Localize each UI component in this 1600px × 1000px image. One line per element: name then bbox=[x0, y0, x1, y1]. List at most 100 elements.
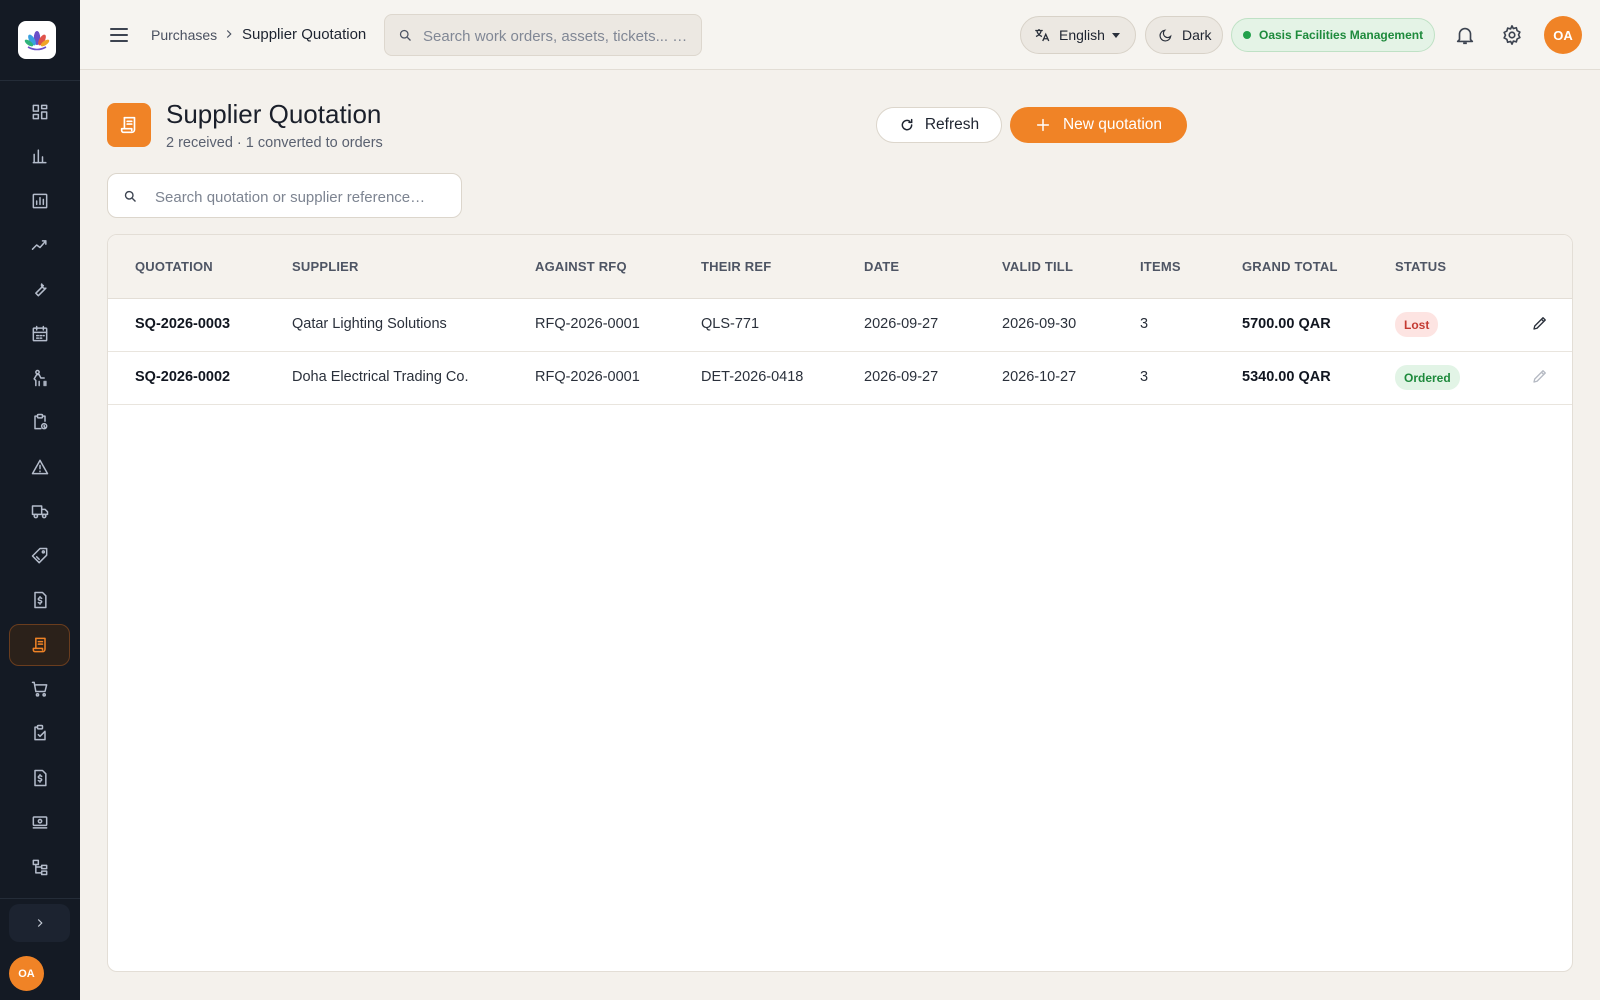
global-search bbox=[384, 14, 702, 56]
quotation-search bbox=[107, 173, 462, 218]
breadcrumb-current: Supplier Quotation bbox=[242, 26, 367, 43]
settings-button[interactable] bbox=[1501, 24, 1523, 46]
valid-till: 2026-10-27 bbox=[1002, 369, 1077, 385]
pencil-icon bbox=[1533, 370, 1546, 383]
table-header: QUOTATION SUPPLIER AGAINST RFQ THEIR REF… bbox=[108, 235, 1572, 299]
app-logo[interactable] bbox=[18, 21, 56, 59]
sidebar-item-billing[interactable] bbox=[9, 757, 70, 799]
column-header[interactable]: VALID TILL bbox=[1002, 259, 1073, 274]
column-header[interactable]: QUOTATION bbox=[135, 259, 213, 274]
column-header[interactable]: AGAINST RFQ bbox=[535, 259, 627, 274]
page-icon bbox=[107, 103, 151, 147]
checklist-icon bbox=[33, 724, 46, 741]
edit-button[interactable] bbox=[1531, 367, 1551, 387]
report-icon bbox=[32, 193, 47, 209]
global-search-input[interactable] bbox=[423, 25, 691, 47]
table-row[interactable]: SQ-2026-0003 Qatar Lighting Solutions RF… bbox=[108, 299, 1572, 352]
caret-down-icon bbox=[1111, 33, 1120, 38]
billing-icon bbox=[33, 769, 47, 787]
cart-icon bbox=[31, 681, 47, 697]
pencil-icon bbox=[1533, 317, 1546, 330]
sidebar: OA bbox=[0, 0, 80, 1000]
supplier-name: Doha Electrical Trading Co. bbox=[292, 369, 469, 385]
sidebar-item-supplier-quotation[interactable] bbox=[9, 624, 70, 666]
sidebar-item-reports[interactable] bbox=[9, 180, 70, 222]
search-icon bbox=[399, 29, 411, 41]
hamburger-icon bbox=[110, 28, 128, 42]
page-title: Supplier Quotation bbox=[166, 99, 382, 129]
sidebar-item-inspections[interactable] bbox=[9, 401, 70, 443]
sidebar-item-maintenance[interactable] bbox=[9, 268, 70, 310]
new-quotation-button[interactable]: New quotation bbox=[1010, 107, 1187, 143]
gear-icon bbox=[1503, 25, 1521, 45]
menu-toggle-button[interactable] bbox=[107, 23, 131, 47]
notifications-button[interactable] bbox=[1454, 24, 1476, 46]
wrench-icon bbox=[34, 283, 47, 297]
sidebar-user-avatar[interactable]: OA bbox=[9, 956, 44, 991]
sidebar-divider bbox=[0, 898, 80, 899]
quotation-id[interactable]: SQ-2026-0002 bbox=[135, 369, 230, 385]
quotation-table: QUOTATION SUPPLIER AGAINST RFQ THEIR REF… bbox=[107, 234, 1573, 972]
hierarchy-icon bbox=[32, 859, 47, 876]
sidebar-item-pricing[interactable] bbox=[9, 535, 70, 577]
quotation-search-input[interactable] bbox=[155, 186, 445, 208]
column-header[interactable]: DATE bbox=[864, 259, 899, 274]
refresh-icon bbox=[901, 118, 913, 131]
valid-till: 2026-09-30 bbox=[1002, 316, 1077, 332]
column-header[interactable]: GRAND TOTAL bbox=[1242, 259, 1338, 274]
column-header[interactable]: STATUS bbox=[1395, 259, 1446, 274]
supplier-name: Qatar Lighting Solutions bbox=[292, 316, 447, 332]
chevron-right-icon bbox=[37, 919, 43, 927]
sidebar-item-payments[interactable] bbox=[9, 801, 70, 843]
item-count: 3 bbox=[1140, 316, 1149, 332]
sidebar-item-incidents[interactable] bbox=[9, 446, 70, 488]
moon-icon bbox=[1159, 29, 1172, 42]
status-dot bbox=[1243, 31, 1251, 39]
language-selector[interactable]: English bbox=[1020, 16, 1136, 54]
column-header[interactable]: THEIR REF bbox=[701, 259, 771, 274]
sidebar-item-purchase-orders[interactable] bbox=[9, 668, 70, 710]
theme-label: Dark bbox=[1182, 27, 1212, 43]
plus-icon bbox=[1036, 118, 1050, 132]
clipboard-icon bbox=[33, 413, 47, 430]
sidebar-item-invoices[interactable] bbox=[9, 579, 70, 621]
sidebar-item-trends[interactable] bbox=[9, 224, 70, 266]
refresh-label: Refresh bbox=[924, 116, 980, 133]
language-label: English bbox=[1059, 27, 1105, 43]
sidebar-item-calendar[interactable] bbox=[9, 313, 70, 355]
grand-total: 5700.00 QAR bbox=[1242, 316, 1331, 332]
their-ref: QLS-771 bbox=[701, 316, 760, 332]
edit-button[interactable] bbox=[1531, 314, 1551, 334]
sidebar-item-analytics[interactable] bbox=[9, 135, 70, 177]
warning-icon bbox=[31, 459, 48, 475]
sidebar-item-technicians[interactable] bbox=[9, 357, 70, 399]
sidebar-divider bbox=[0, 80, 80, 81]
payment-icon bbox=[32, 816, 47, 829]
sidebar-item-dashboard[interactable] bbox=[9, 91, 70, 133]
sidebar-item-receipts[interactable] bbox=[9, 712, 70, 754]
their-ref: DET-2026-0418 bbox=[701, 369, 804, 385]
organization-name: Oasis Facilities Management bbox=[1259, 28, 1424, 42]
quotation-date: 2026-09-27 bbox=[864, 316, 939, 332]
quotation-id[interactable]: SQ-2026-0003 bbox=[135, 316, 230, 332]
column-header[interactable]: SUPPLIER bbox=[292, 259, 359, 274]
item-count: 3 bbox=[1140, 369, 1149, 385]
lotus-logo-icon bbox=[24, 31, 50, 51]
refresh-button[interactable]: Refresh bbox=[876, 107, 1002, 143]
theme-toggle[interactable]: Dark bbox=[1145, 16, 1223, 54]
table-row[interactable]: SQ-2026-0002 Doha Electrical Trading Co.… bbox=[108, 352, 1572, 405]
search-icon bbox=[124, 190, 136, 202]
column-header[interactable]: ITEMS bbox=[1140, 259, 1181, 274]
status-badge: Lost bbox=[1395, 312, 1439, 337]
rfq-ref: RFQ-2026-0001 bbox=[535, 369, 640, 385]
sidebar-expand-button[interactable] bbox=[9, 904, 70, 942]
organization-badge[interactable]: Oasis Facilities Management bbox=[1231, 18, 1435, 52]
breadcrumb-purchases[interactable]: Purchases bbox=[151, 27, 217, 43]
page-subtitle: 2 received · 1 converted to orders bbox=[166, 135, 383, 151]
grand-total: 5340.00 QAR bbox=[1242, 369, 1331, 385]
invoice-icon bbox=[33, 591, 47, 609]
sidebar-item-hierarchy[interactable] bbox=[9, 846, 70, 888]
translate-icon bbox=[1035, 29, 1050, 42]
sidebar-item-fleet[interactable] bbox=[9, 490, 70, 532]
user-avatar[interactable]: OA bbox=[1544, 16, 1582, 54]
